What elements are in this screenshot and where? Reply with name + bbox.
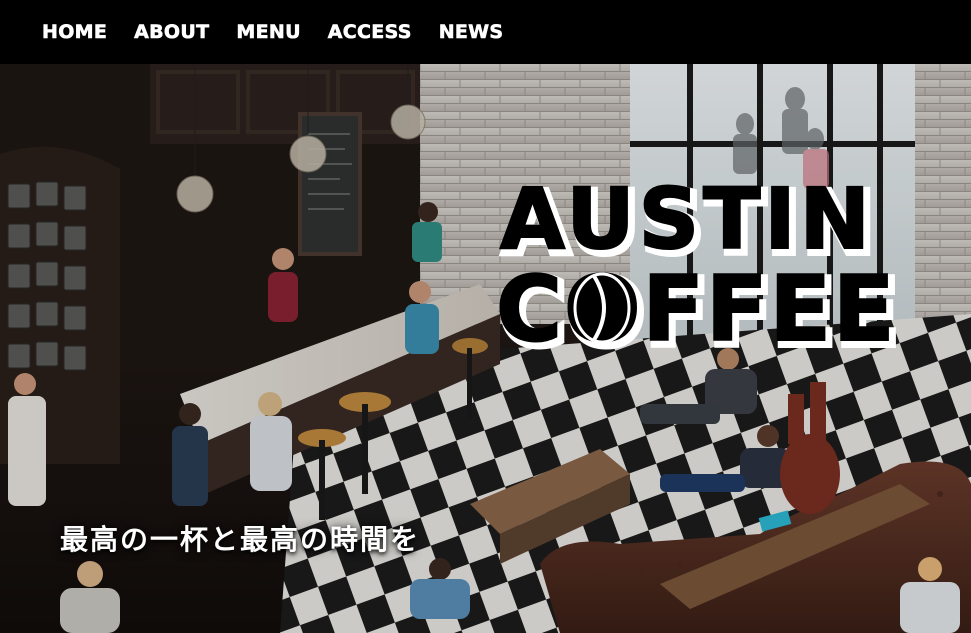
- logo-line2: COFFEE: [496, 257, 896, 354]
- hero-tagline: 最高の一杯と最高の時間を: [60, 523, 421, 556]
- coffee-bean-icon: [573, 272, 631, 344]
- nav-menu: HOME ABOUT MENU ACCESS NEWS: [0, 0, 971, 64]
- austin-coffee-logo: AUSTIN AUSTIN COFFEE COFFEE: [495, 174, 902, 354]
- hero-section: AUSTIN AUSTIN COFFEE COFFEE 最高の一杯と最高の時間を: [0, 64, 971, 633]
- nav-item-menu[interactable]: MENU: [236, 0, 301, 64]
- logo-line1: AUSTIN: [500, 174, 874, 268]
- nav-item-access[interactable]: ACCESS: [327, 0, 411, 64]
- top-navbar: HOME ABOUT MENU ACCESS NEWS: [0, 0, 971, 64]
- nav-item-about[interactable]: ABOUT: [134, 0, 210, 64]
- nav-item-news[interactable]: NEWS: [438, 0, 503, 64]
- nav-item-home[interactable]: HOME: [42, 0, 107, 64]
